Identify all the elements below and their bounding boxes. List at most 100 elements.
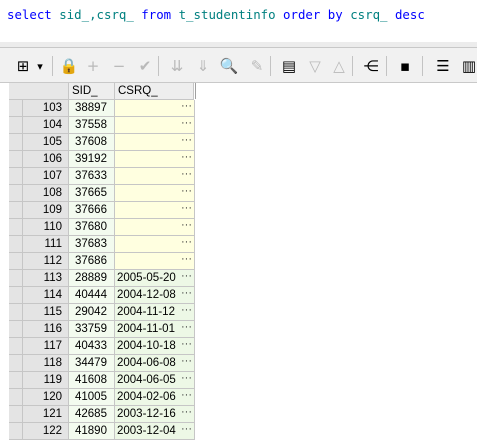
cell-sid[interactable]: 38897 xyxy=(69,100,115,117)
cell-csrq[interactable]: 2004-06-05 ··· xyxy=(115,372,195,389)
result-grid[interactable]: SID_ CSRQ_ 103 38897 ··· 104 37558 ··· 105 3760… xyxy=(9,83,477,440)
cell-ellipsis-button[interactable]: ··· xyxy=(181,134,192,148)
save-icon[interactable]: ▪ xyxy=(394,55,416,77)
cell-ellipsis-button[interactable]: ··· xyxy=(181,117,192,131)
table-row[interactable]: 109 37666 ··· xyxy=(9,202,195,219)
cell-ellipsis-button[interactable]: ··· xyxy=(181,151,192,165)
cell-sid[interactable]: 39192 xyxy=(69,151,115,168)
cell-csrq[interactable]: ··· xyxy=(115,202,195,219)
row-indicator[interactable] xyxy=(9,372,23,389)
cell-ellipsis-button[interactable]: ··· xyxy=(181,185,192,199)
grid-corner-header[interactable] xyxy=(9,83,69,100)
table-row[interactable]: 115 29042 2004-11-12 ··· xyxy=(9,304,195,321)
cell-sid[interactable]: 41005 xyxy=(69,389,115,406)
column-header-sid[interactable]: SID_ xyxy=(69,83,115,100)
post-changes-icon[interactable]: ✔ xyxy=(134,55,156,77)
chart-icon[interactable]: ▥ xyxy=(458,55,477,77)
cell-csrq[interactable]: 2003-12-16 ··· xyxy=(115,406,195,423)
table-row[interactable]: 119 41608 2004-06-05 ··· xyxy=(9,372,195,389)
cell-ellipsis-button[interactable]: ··· xyxy=(181,219,192,233)
cell-sid[interactable]: 41608 xyxy=(69,372,115,389)
cell-sid[interactable]: 37686 xyxy=(69,253,115,270)
cell-ellipsis-button[interactable]: ··· xyxy=(181,202,192,216)
row-indicator[interactable] xyxy=(9,236,23,253)
cell-csrq[interactable]: 2004-11-12 ··· xyxy=(115,304,195,321)
row-indicator[interactable] xyxy=(9,134,23,151)
cell-sid[interactable]: 41890 xyxy=(69,423,115,440)
dropdown-arrow-icon[interactable]: ▾ xyxy=(34,55,46,77)
cell-sid[interactable]: 37558 xyxy=(69,117,115,134)
cell-sid[interactable]: 42685 xyxy=(69,406,115,423)
export-icon[interactable]: ☰ xyxy=(432,55,454,77)
table-row[interactable]: 104 37558 ··· xyxy=(9,117,195,134)
find-binoculars-icon[interactable]: 🔍 xyxy=(218,55,240,77)
cell-sid[interactable]: 28889 xyxy=(69,270,115,287)
table-row[interactable]: 122 41890 2003-12-04 ··· xyxy=(9,423,195,440)
cell-ellipsis-button[interactable]: ··· xyxy=(181,168,192,182)
row-indicator[interactable] xyxy=(9,270,23,287)
cell-sid[interactable]: 34479 xyxy=(69,355,115,372)
filter-down-icon[interactable]: ▽ xyxy=(304,55,326,77)
cell-ellipsis-button[interactable]: ··· xyxy=(181,236,192,250)
fetch-next-icon[interactable]: ⇊ xyxy=(166,55,188,77)
column-resize-handle[interactable] xyxy=(190,83,196,99)
table-row[interactable]: 107 37633 ··· xyxy=(9,168,195,185)
cell-sid[interactable]: 37680 xyxy=(69,219,115,236)
cell-ellipsis-button[interactable]: ··· xyxy=(181,338,192,352)
table-row[interactable]: 120 41005 2004-02-06 ··· xyxy=(9,389,195,406)
cell-sid[interactable]: 37666 xyxy=(69,202,115,219)
cell-sid[interactable]: 29042 xyxy=(69,304,115,321)
row-indicator[interactable] xyxy=(9,321,23,338)
table-row[interactable]: 103 38897 ··· xyxy=(9,100,195,117)
table-row[interactable]: 108 37665 ··· xyxy=(9,185,195,202)
tree-view-icon[interactable]: ⋲ xyxy=(360,55,382,77)
lock-icon[interactable]: 🔒 xyxy=(58,55,80,77)
row-indicator[interactable] xyxy=(9,287,23,304)
cell-csrq[interactable]: ··· xyxy=(115,151,195,168)
row-indicator[interactable] xyxy=(9,168,23,185)
cell-csrq[interactable]: 2005-05-20 ··· xyxy=(115,270,195,287)
cell-sid[interactable]: 33759 xyxy=(69,321,115,338)
cell-ellipsis-button[interactable]: ··· xyxy=(181,389,192,403)
cell-csrq[interactable]: ··· xyxy=(115,219,195,236)
delete-record-icon[interactable]: − xyxy=(108,55,130,77)
table-row[interactable]: 116 33759 2004-11-01 ··· xyxy=(9,321,195,338)
cell-csrq[interactable]: ··· xyxy=(115,236,195,253)
row-indicator[interactable] xyxy=(9,406,23,423)
cell-sid[interactable]: 37665 xyxy=(69,185,115,202)
table-row[interactable]: 111 37683 ··· xyxy=(9,236,195,253)
add-record-icon[interactable]: + xyxy=(82,55,104,77)
row-indicator[interactable] xyxy=(9,117,23,134)
fetch-last-icon[interactable]: ⇓ xyxy=(192,55,214,77)
cell-sid[interactable]: 37633 xyxy=(69,168,115,185)
cell-sid[interactable]: 40444 xyxy=(69,287,115,304)
row-indicator[interactable] xyxy=(9,423,23,440)
cell-sid[interactable]: 40433 xyxy=(69,338,115,355)
row-indicator[interactable] xyxy=(9,219,23,236)
filter-up-icon[interactable]: △ xyxy=(328,55,350,77)
cell-csrq[interactable]: ··· xyxy=(115,100,195,117)
cell-csrq[interactable]: 2004-06-08 ··· xyxy=(115,355,195,372)
cell-csrq[interactable]: 2003-12-04 ··· xyxy=(115,423,195,440)
clear-eraser-icon[interactable]: ✎ xyxy=(246,55,268,77)
cell-ellipsis-button[interactable]: ··· xyxy=(181,304,192,318)
cell-ellipsis-button[interactable]: ··· xyxy=(181,372,192,386)
table-row[interactable]: 114 40444 2004-12-08 ··· xyxy=(9,287,195,304)
row-indicator[interactable] xyxy=(9,151,23,168)
query-by-example-icon[interactable]: ▤ xyxy=(278,55,300,77)
cell-ellipsis-button[interactable]: ··· xyxy=(181,287,192,301)
row-indicator[interactable] xyxy=(9,100,23,117)
table-row[interactable]: 117 40433 2004-10-18 ··· xyxy=(9,338,195,355)
table-row[interactable]: 106 39192 ··· xyxy=(9,151,195,168)
cell-csrq[interactable]: ··· xyxy=(115,134,195,151)
cell-sid[interactable]: 37683 xyxy=(69,236,115,253)
row-indicator[interactable] xyxy=(9,202,23,219)
row-indicator[interactable] xyxy=(9,389,23,406)
cell-ellipsis-button[interactable]: ··· xyxy=(181,321,192,335)
cell-csrq[interactable]: 2004-10-18 ··· xyxy=(115,338,195,355)
cell-ellipsis-button[interactable]: ··· xyxy=(181,100,192,114)
row-indicator[interactable] xyxy=(9,338,23,355)
cell-csrq[interactable]: ··· xyxy=(115,185,195,202)
sql-query-text[interactable]: select sid_,csrq_ from t_studentinfo ord… xyxy=(7,7,425,22)
cell-ellipsis-button[interactable]: ··· xyxy=(181,270,192,284)
